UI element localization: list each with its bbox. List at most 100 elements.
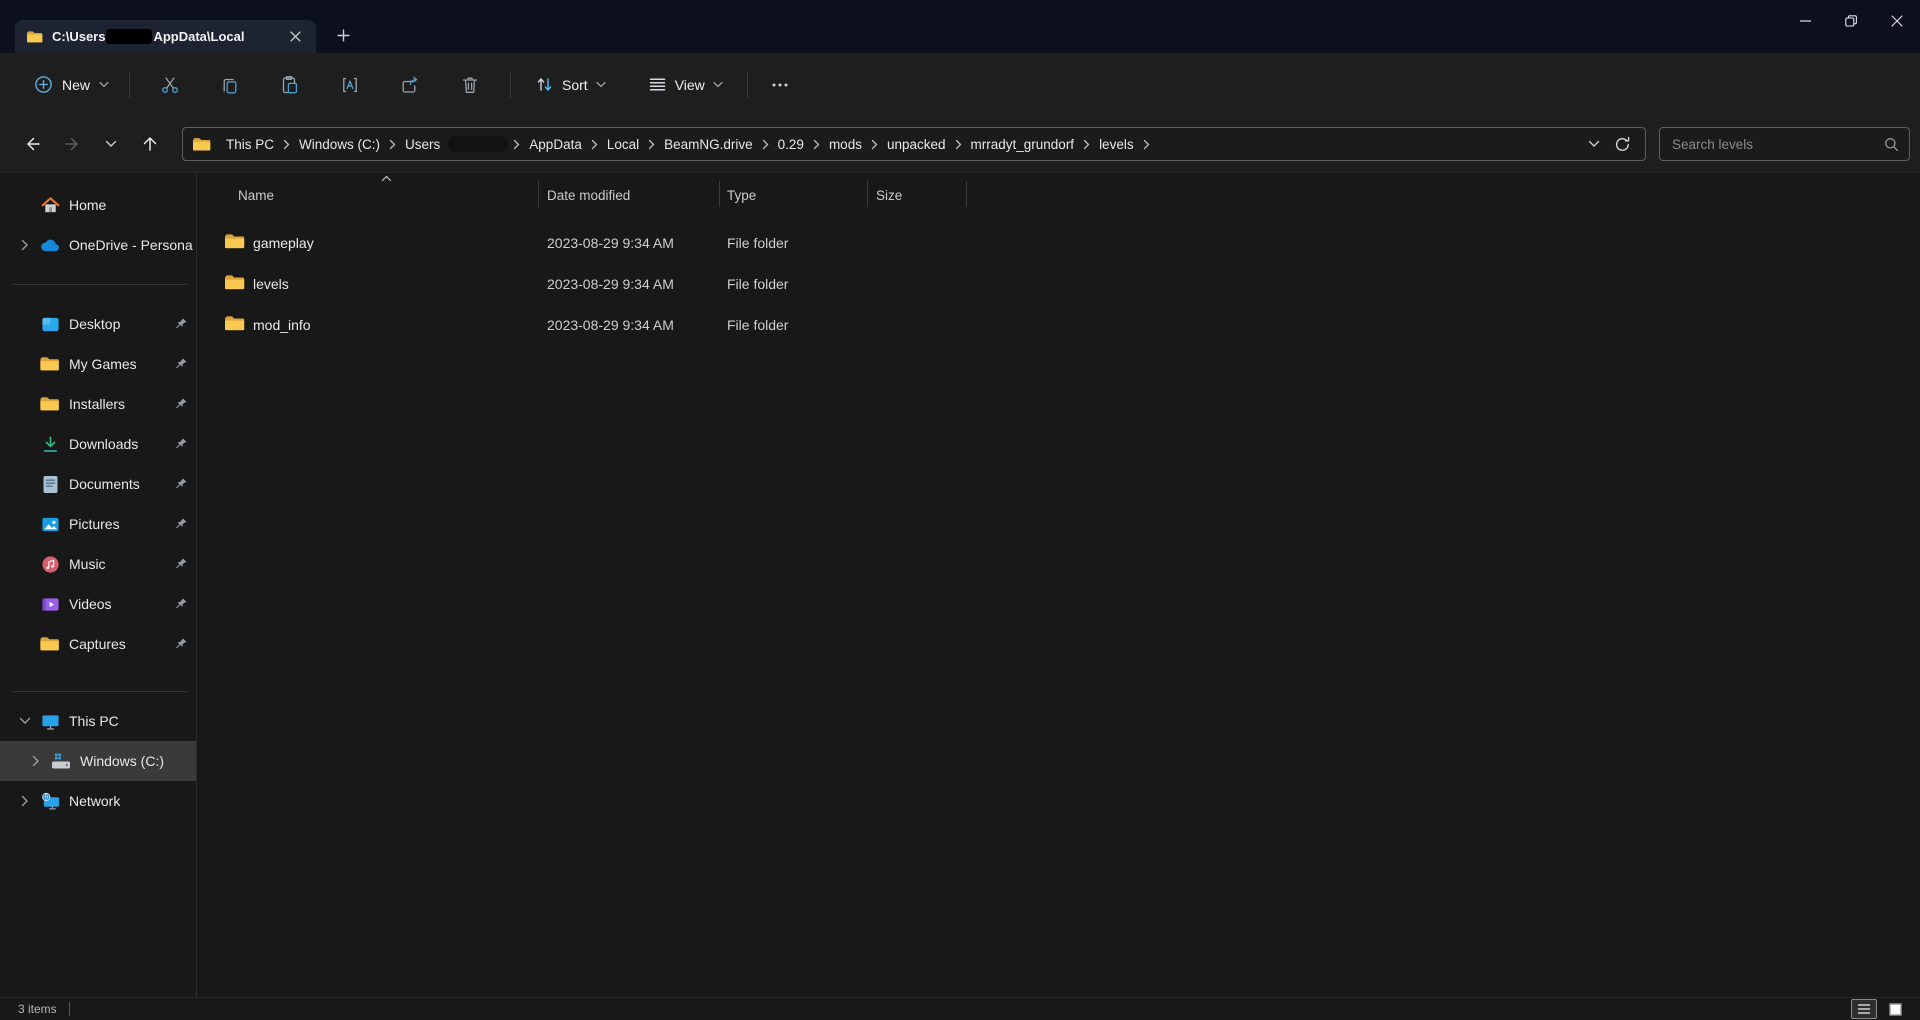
desktop-icon xyxy=(40,314,60,334)
file-type: File folder xyxy=(727,235,789,251)
address-bar[interactable]: This PC Windows (C:) Users AppData Local… xyxy=(182,127,1646,161)
details-view-icon xyxy=(1858,1004,1870,1014)
breadcrumb-chevron-icon[interactable] xyxy=(1140,139,1153,150)
breadcrumb-appdata[interactable]: AppData xyxy=(523,134,588,155)
new-button[interactable]: New xyxy=(24,67,119,102)
forward-button[interactable] xyxy=(53,127,90,161)
breadcrumb-chevron-icon[interactable] xyxy=(759,139,772,150)
rename-button[interactable] xyxy=(330,66,370,104)
paste-button[interactable] xyxy=(270,66,310,104)
explorer-tab[interactable]: C:\Users AppData\Local xyxy=(15,20,316,53)
sort-ascending-icon xyxy=(381,175,392,182)
folder-icon xyxy=(193,137,211,150)
file-row-levels[interactable]: levels 2023-08-29 9:34 AM File folder xyxy=(197,264,1920,305)
breadcrumb-mod-folder[interactable]: mrradyt_grundorf xyxy=(965,134,1081,155)
column-divider[interactable] xyxy=(867,181,868,207)
sort-icon xyxy=(537,78,552,91)
sidebar-item-my-games[interactable]: My Games xyxy=(0,344,196,384)
breadcrumb-chevron-icon[interactable] xyxy=(510,139,523,150)
chevron-right-icon[interactable] xyxy=(10,795,40,807)
sidebar-item-pictures[interactable]: Pictures xyxy=(0,504,196,544)
column-header-type[interactable]: Type xyxy=(727,188,756,203)
breadcrumb-chevron-icon[interactable] xyxy=(386,139,399,150)
sidebar-item-desktop[interactable]: Desktop xyxy=(0,304,196,344)
breadcrumb-levels[interactable]: levels xyxy=(1093,134,1140,155)
new-plus-icon xyxy=(35,76,52,93)
breadcrumb-unpacked[interactable]: unpacked xyxy=(881,134,952,155)
breadcrumb-this-pc[interactable]: This PC xyxy=(220,134,280,155)
sidebar-item-windows-c[interactable]: Windows (C:) xyxy=(0,741,196,781)
sidebar-item-this-pc[interactable]: This PC xyxy=(0,701,196,741)
sidebar-item-installers[interactable]: Installers xyxy=(0,384,196,424)
view-button-label: View xyxy=(674,76,705,93)
address-row: This PC Windows (C:) Users AppData Local… xyxy=(0,116,1920,172)
breadcrumb-mods[interactable]: mods xyxy=(823,134,868,155)
breadcrumb-chevron-icon[interactable] xyxy=(588,139,601,150)
breadcrumb-beamng[interactable]: BeamNG.drive xyxy=(658,134,759,155)
file-row-mod-info[interactable]: mod_info 2023-08-29 9:34 AM File folder xyxy=(197,305,1920,346)
sidebar-item-music[interactable]: Music xyxy=(0,544,196,584)
folder-icon xyxy=(40,634,60,654)
large-icons-view-button[interactable] xyxy=(1882,999,1908,1019)
view-button[interactable]: View xyxy=(638,67,733,102)
cut-button[interactable] xyxy=(150,66,190,104)
breadcrumb-chevron-icon[interactable] xyxy=(1080,139,1093,150)
refresh-icon[interactable] xyxy=(1614,136,1631,153)
share-button[interactable] xyxy=(390,66,430,104)
sidebar-item-videos[interactable]: Videos xyxy=(0,584,196,624)
pin-icon xyxy=(173,516,189,532)
column-divider[interactable] xyxy=(538,181,539,207)
sidebar-item-documents[interactable]: Documents xyxy=(0,464,196,504)
back-button[interactable] xyxy=(14,127,51,161)
column-divider[interactable] xyxy=(719,181,720,207)
sidebar-item-network[interactable]: Network xyxy=(0,781,196,821)
breadcrumb-version[interactable]: 0.29 xyxy=(772,134,810,155)
breadcrumb-chevron-icon[interactable] xyxy=(952,139,965,150)
more-options-button[interactable] xyxy=(760,66,800,104)
command-toolbar: New Sort View xyxy=(0,53,1920,116)
pin-icon xyxy=(173,596,189,612)
delete-button[interactable] xyxy=(450,66,490,104)
file-rows: gameplay 2023-08-29 9:34 AM File folder … xyxy=(197,219,1920,346)
arrow-up-icon xyxy=(143,137,156,151)
chevron-down-icon[interactable] xyxy=(10,717,40,725)
sidebar-item-home[interactable]: Home xyxy=(0,185,196,225)
redacted-username xyxy=(448,136,509,152)
file-explorer-window: C:\Users AppData\Local New Sort View Thi… xyxy=(0,0,1920,1020)
sidebar-item-onedrive[interactable]: OneDrive - Persona xyxy=(0,225,196,265)
arrow-right-icon xyxy=(64,137,78,151)
column-header-date-modified[interactable]: Date modified xyxy=(547,188,630,203)
column-divider[interactable] xyxy=(966,181,967,207)
recent-locations-button[interactable] xyxy=(92,127,129,161)
new-tab-button[interactable] xyxy=(330,22,356,48)
copy-icon xyxy=(223,78,237,93)
address-dropdown-icon[interactable] xyxy=(1588,140,1600,148)
search-input[interactable] xyxy=(1672,136,1884,152)
copy-button[interactable] xyxy=(210,66,250,104)
toolbar-separator xyxy=(129,71,131,98)
breadcrumb-chevron-icon[interactable] xyxy=(645,139,658,150)
up-button[interactable] xyxy=(131,127,168,161)
breadcrumb-users[interactable]: Users xyxy=(399,134,446,155)
breadcrumb-chevron-icon[interactable] xyxy=(810,139,823,150)
file-row-gameplay[interactable]: gameplay 2023-08-29 9:34 AM File folder xyxy=(197,223,1920,264)
column-header-size[interactable]: Size xyxy=(876,188,902,203)
restore-button[interactable] xyxy=(1828,0,1874,42)
breadcrumb-chevron-icon[interactable] xyxy=(868,139,881,150)
tab-close-icon[interactable] xyxy=(284,26,306,48)
column-header-name[interactable]: Name xyxy=(238,188,274,203)
sort-button[interactable]: Sort xyxy=(525,67,616,102)
toolbar-separator xyxy=(510,71,512,98)
chevron-right-icon[interactable] xyxy=(10,239,40,251)
details-view-button[interactable] xyxy=(1851,999,1877,1019)
minimize-button[interactable] xyxy=(1782,0,1828,42)
breadcrumb-local[interactable]: Local xyxy=(601,134,645,155)
chevron-right-icon[interactable] xyxy=(21,755,51,767)
tab-title: C:\Users AppData\Local xyxy=(52,29,245,44)
sidebar-item-downloads[interactable]: Downloads xyxy=(0,424,196,464)
sidebar-item-captures[interactable]: Captures xyxy=(0,624,196,664)
item-count: 3 items xyxy=(18,1002,57,1016)
breadcrumb-chevron-icon[interactable] xyxy=(280,139,293,150)
close-button[interactable] xyxy=(1874,0,1920,42)
breadcrumb-drive-c[interactable]: Windows (C:) xyxy=(293,134,386,155)
